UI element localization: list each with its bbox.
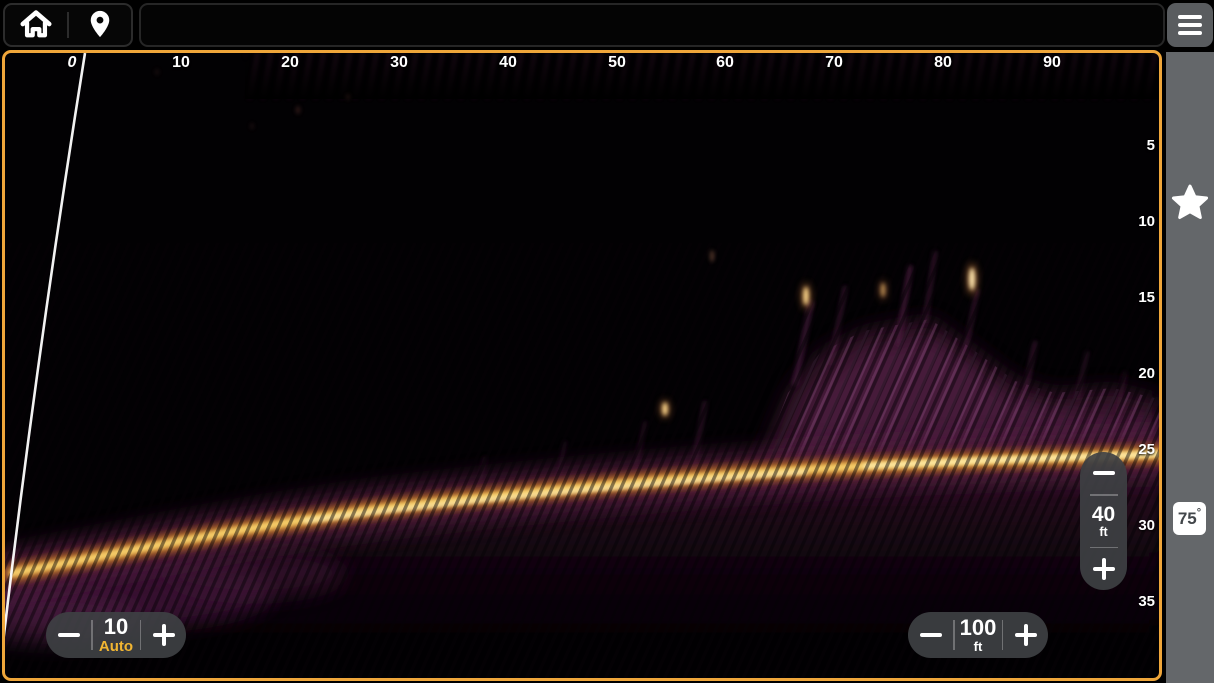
sensitivity-number: 10: [104, 616, 128, 638]
zoom-depth-value: 40: [1092, 504, 1115, 525]
zoom-in-button[interactable]: [1080, 548, 1127, 590]
plus-icon: [153, 624, 175, 646]
ruler-label: 70: [812, 54, 856, 72]
minus-icon: [920, 633, 942, 637]
sensitivity-increase-button[interactable]: [141, 612, 186, 658]
ruler-label: 40: [486, 54, 530, 72]
sensitivity-value: 10 Auto: [93, 616, 140, 654]
range-control: 100 ft: [908, 612, 1048, 658]
plus-icon: [1093, 558, 1115, 580]
ruler-label: 60: [703, 54, 747, 72]
range-value: 100 ft: [955, 617, 1002, 653]
temperature-value: 75: [1178, 509, 1197, 529]
range-unit: ft: [974, 640, 983, 653]
minus-icon: [1093, 471, 1115, 475]
sidebar: 75°: [1166, 52, 1214, 683]
home-button[interactable]: [5, 5, 67, 45]
depth-label: 5: [1121, 137, 1155, 154]
info-bar: [139, 3, 1165, 47]
sonar-pane[interactable]: 0 10 20 30 40 50 60 70 80 90 5 10 15 20 …: [2, 50, 1162, 681]
sensitivity-decrease-button[interactable]: [46, 612, 91, 658]
degree-symbol: °: [1197, 507, 1201, 519]
waypoint-button[interactable]: [69, 5, 131, 45]
temperature-badge[interactable]: 75°: [1173, 502, 1206, 535]
zoom-value: 40 ft: [1092, 496, 1115, 547]
depth-zoom-control: 40 ft: [1080, 452, 1127, 590]
zoom-out-button[interactable]: [1080, 452, 1127, 494]
ruler-label: 90: [1030, 54, 1074, 72]
range-decrease-button[interactable]: [908, 612, 953, 658]
home-icon: [19, 8, 53, 43]
sensitivity-mode: Auto: [99, 639, 133, 654]
sensitivity-control: 10 Auto: [46, 612, 186, 658]
top-bar: [0, 0, 1214, 50]
plus-icon: [1015, 624, 1037, 646]
ruler-label: 10: [159, 54, 203, 72]
sonar-imagery: [5, 53, 1159, 678]
depth-label: 10: [1121, 213, 1155, 230]
depth-label: 35: [1121, 593, 1155, 610]
ruler-label: 20: [268, 54, 312, 72]
ruler-label: 50: [595, 54, 639, 72]
ruler-label: 0: [50, 54, 94, 72]
ruler-label: 80: [921, 54, 965, 72]
ruler-label: 30: [377, 54, 421, 72]
range-increase-button[interactable]: [1003, 612, 1048, 658]
location-pin-icon: [85, 8, 115, 43]
range-number: 100: [960, 617, 997, 639]
hamburger-menu-icon: [1178, 15, 1202, 35]
menu-button[interactable]: [1167, 3, 1213, 47]
minus-icon: [58, 633, 80, 637]
favorites-button[interactable]: [1170, 183, 1210, 223]
depth-label: 15: [1121, 289, 1155, 306]
nav-button-group: [3, 3, 133, 47]
depth-label: 20: [1121, 365, 1155, 382]
zoom-depth-unit: ft: [1099, 526, 1107, 539]
star-icon: [1171, 183, 1209, 224]
